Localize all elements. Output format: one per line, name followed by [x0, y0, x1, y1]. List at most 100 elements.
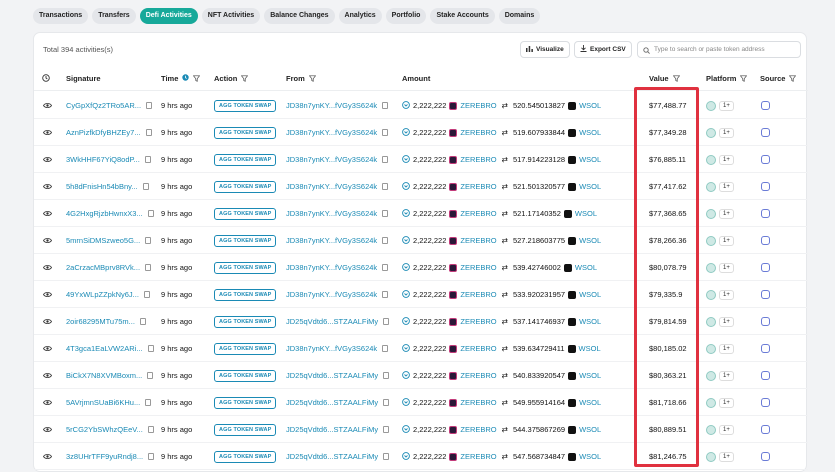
copy-icon[interactable]: [143, 291, 150, 298]
platform-more-badge[interactable]: 1+: [719, 208, 734, 219]
copy-icon[interactable]: [382, 129, 389, 136]
signature-link[interactable]: 5h8dFnisHn54bBny...: [66, 182, 138, 191]
source-icon[interactable]: [761, 155, 770, 164]
platform-more-badge[interactable]: 1+: [719, 424, 734, 435]
from-address-link[interactable]: JD38n7ynKY...fVGy3S624k: [286, 209, 377, 218]
platform-more-badge[interactable]: 1+: [719, 370, 734, 381]
source-icon[interactable]: [761, 398, 770, 407]
token-in-link[interactable]: ZEREBRO: [460, 317, 496, 326]
filter-icon[interactable]: [789, 74, 797, 82]
signature-link[interactable]: 4G2HxgRjzbHwnxX3...: [66, 209, 143, 218]
platform-more-badge[interactable]: 1+: [719, 181, 734, 192]
source-icon[interactable]: [761, 290, 770, 299]
token-out-link[interactable]: WSOL: [579, 182, 601, 191]
copy-icon[interactable]: [383, 318, 390, 325]
eye-icon[interactable]: [43, 416, 52, 443]
eye-column-icon[interactable]: [42, 65, 50, 91]
signature-link[interactable]: 5mrnSiDMSzweo5G...: [66, 236, 140, 245]
token-in-link[interactable]: ZEREBRO: [460, 209, 496, 218]
copy-icon[interactable]: [382, 237, 389, 244]
eye-icon[interactable]: [43, 92, 52, 119]
signature-link[interactable]: 4T3gca1EaLVW2ARi...: [66, 344, 143, 353]
copy-icon[interactable]: [146, 102, 153, 109]
token-out-link[interactable]: WSOL: [579, 155, 601, 164]
token-out-link[interactable]: WSOL: [579, 317, 601, 326]
platform-icon[interactable]: [706, 424, 716, 435]
copy-icon[interactable]: [145, 129, 152, 136]
token-in-link[interactable]: ZEREBRO: [460, 398, 496, 407]
platform-more-badge[interactable]: 1+: [719, 397, 734, 408]
platform-more-badge[interactable]: 1+: [719, 316, 734, 327]
platform-icon[interactable]: [706, 370, 716, 381]
platform-more-badge[interactable]: 1+: [719, 451, 734, 462]
copy-icon[interactable]: [382, 210, 389, 217]
signature-link[interactable]: CyGpXfQz2TRo5AR...: [66, 101, 141, 110]
eye-icon[interactable]: [43, 362, 52, 389]
platform-icon[interactable]: [706, 451, 716, 462]
eye-icon[interactable]: [43, 389, 52, 416]
source-icon[interactable]: [761, 452, 770, 461]
platform-more-badge[interactable]: 1+: [719, 289, 734, 300]
eye-icon[interactable]: [43, 146, 52, 173]
token-out-link[interactable]: WSOL: [579, 452, 601, 461]
copy-icon[interactable]: [382, 345, 389, 352]
platform-icon[interactable]: [706, 208, 716, 219]
from-address-link[interactable]: JD38n7ynKY...fVGy3S624k: [286, 344, 377, 353]
copy-icon[interactable]: [382, 264, 389, 271]
copy-icon[interactable]: [145, 399, 152, 406]
from-address-link[interactable]: JD25qVdtd6...STZAALFiMy: [286, 398, 378, 407]
export-csv-button[interactable]: Export CSV: [574, 41, 632, 58]
from-address-link[interactable]: JD25qVdtd6...STZAALFiMy: [286, 317, 378, 326]
source-icon[interactable]: [761, 425, 770, 434]
visualize-button[interactable]: Visualize: [520, 41, 570, 58]
copy-icon[interactable]: [145, 237, 152, 244]
search-input[interactable]: [654, 46, 794, 53]
eye-icon[interactable]: [43, 173, 52, 200]
filter-icon[interactable]: [193, 74, 201, 82]
from-address-link[interactable]: JD25qVdtd6...STZAALFiMy: [286, 371, 378, 380]
token-out-link[interactable]: WSOL: [579, 236, 601, 245]
platform-icon[interactable]: [706, 154, 716, 165]
copy-icon[interactable]: [382, 102, 389, 109]
platform-icon[interactable]: [706, 235, 716, 246]
from-address-link[interactable]: JD38n7ynKY...fVGy3S624k: [286, 182, 377, 191]
header-source[interactable]: Source: [760, 65, 797, 91]
token-out-link[interactable]: WSOL: [579, 101, 601, 110]
signature-link[interactable]: 3z8UHrTFF9yuRndj8...: [66, 452, 143, 461]
token-out-link[interactable]: WSOL: [579, 398, 601, 407]
header-action[interactable]: Action: [214, 65, 249, 91]
source-icon[interactable]: [761, 371, 770, 380]
token-out-link[interactable]: WSOL: [575, 263, 597, 272]
source-icon[interactable]: [761, 236, 770, 245]
signature-link[interactable]: 49YxWLpZZpkNy6J...: [66, 290, 139, 299]
source-icon[interactable]: [761, 263, 770, 272]
tab-transfers[interactable]: Transfers: [92, 8, 136, 24]
filter-icon[interactable]: [740, 74, 748, 82]
tab-nft-activities[interactable]: NFT Activities: [201, 8, 261, 24]
eye-icon[interactable]: [43, 227, 52, 254]
token-in-link[interactable]: ZEREBRO: [460, 155, 496, 164]
platform-more-badge[interactable]: 1+: [719, 343, 734, 354]
copy-icon[interactable]: [383, 372, 390, 379]
platform-more-badge[interactable]: 1+: [719, 154, 734, 165]
signature-link[interactable]: 2oir68295MTu75m...: [66, 317, 135, 326]
token-in-link[interactable]: ZEREBRO: [460, 263, 496, 272]
filter-icon[interactable]: [308, 74, 316, 82]
copy-icon[interactable]: [147, 372, 154, 379]
from-address-link[interactable]: JD25qVdtd6...STZAALFiMy: [286, 452, 378, 461]
platform-icon[interactable]: [706, 100, 716, 111]
token-in-link[interactable]: ZEREBRO: [460, 290, 496, 299]
header-from[interactable]: From: [286, 65, 316, 91]
filter-icon[interactable]: [241, 74, 249, 82]
signature-link[interactable]: BiCkX7N8XVMBoxm...: [66, 371, 142, 380]
from-address-link[interactable]: JD38n7ynKY...fVGy3S624k: [286, 290, 377, 299]
eye-icon[interactable]: [43, 119, 52, 146]
copy-icon[interactable]: [147, 210, 154, 217]
eye-icon[interactable]: [43, 335, 52, 362]
signature-link[interactable]: 2aCrzacMBprv8RVk...: [66, 263, 140, 272]
platform-icon[interactable]: [706, 316, 716, 327]
token-in-link[interactable]: ZEREBRO: [460, 236, 496, 245]
token-out-link[interactable]: WSOL: [579, 128, 601, 137]
from-address-link[interactable]: JD38n7ynKY...fVGy3S624k: [286, 236, 377, 245]
eye-icon[interactable]: [43, 443, 52, 470]
